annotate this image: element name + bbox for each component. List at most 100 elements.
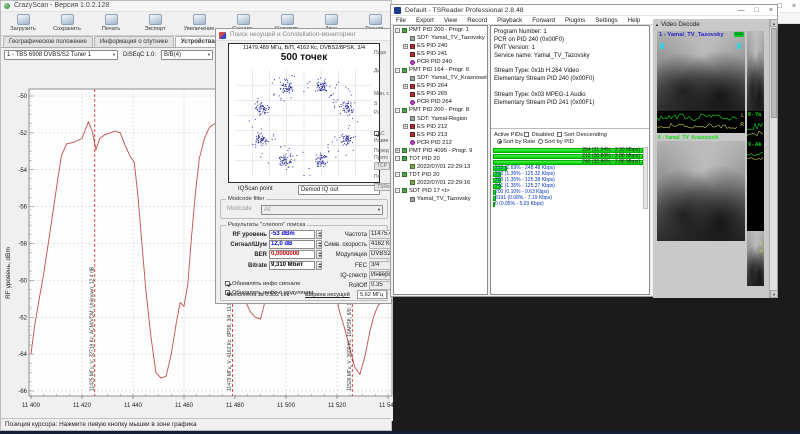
toolbar-button-export[interactable]: Экспорт bbox=[133, 12, 177, 35]
pid-list-scrollbar[interactable] bbox=[643, 147, 648, 209]
menu-record[interactable]: Record bbox=[462, 16, 492, 24]
pid-row[interactable]: 0 (0.05% - 5.03 Kbps) bbox=[493, 201, 643, 207]
menu-view[interactable]: View bbox=[439, 16, 462, 24]
radio-icon[interactable] bbox=[497, 139, 502, 144]
field-value[interactable]: -53 dBm bbox=[269, 230, 315, 239]
spinner[interactable] bbox=[316, 261, 322, 270]
tree-item[interactable]: -TDT PID 20 bbox=[394, 171, 487, 179]
tree-item[interactable]: ES PID 265 bbox=[394, 90, 487, 98]
menu-settings[interactable]: Settings bbox=[590, 16, 622, 24]
scroll-down-icon[interactable]: ▼ bbox=[770, 290, 778, 298]
field-value[interactable]: 9,310 Мбит bbox=[269, 261, 315, 270]
crazyscan-titlebar[interactable]: CrazyScan - Версия 1.0.2.128 bbox=[1, 1, 391, 11]
expand-toggle[interactable]: - bbox=[395, 108, 400, 113]
tab-Устройства[interactable]: Устройства bbox=[175, 36, 221, 47]
expand-toggle[interactable]: + bbox=[403, 44, 408, 49]
toolbar-button-print[interactable]: Печать bbox=[89, 12, 133, 35]
panel-fragment: Ди bbox=[374, 68, 380, 74]
expand-toggle[interactable]: + bbox=[395, 148, 400, 153]
tab-Информация о спутнике[interactable]: Информация о спутнике bbox=[94, 36, 174, 47]
tree-item[interactable]: PCR PID 264 bbox=[394, 98, 487, 106]
expand-toggle[interactable]: + bbox=[403, 124, 408, 129]
toolbar-button-save[interactable]: Сохранить bbox=[45, 12, 89, 35]
carrier-width-link[interactable]: Ширина несущей bbox=[305, 292, 350, 298]
tree-item[interactable]: +ES PID 264 bbox=[394, 82, 487, 90]
video-thumbnail-1[interactable]: 1 - Yamal_TV_Tazovsky H264 bbox=[657, 31, 745, 111]
video-thumbnail-3[interactable] bbox=[747, 31, 764, 111]
tree-item[interactable]: +ES PID 240 bbox=[394, 42, 487, 50]
panel-fragment[interactable]: TCP bbox=[374, 162, 390, 170]
sdt-icon bbox=[410, 197, 415, 202]
field-value[interactable]: 0,0000000 bbox=[269, 250, 315, 259]
field-value[interactable]: 12,0 dB bbox=[269, 240, 315, 249]
menu-export[interactable]: Export bbox=[411, 16, 439, 24]
field-label: Симв. скорость bbox=[323, 240, 367, 250]
expand-toggle[interactable]: - bbox=[395, 188, 400, 193]
minimize-icon[interactable]: — bbox=[738, 5, 745, 16]
panel-fragment: Прото bbox=[374, 155, 388, 161]
crazyscan-title: CrazyScan - Версия 1.0.2.128 bbox=[14, 2, 109, 9]
tree-item[interactable]: ES PID 241 bbox=[394, 50, 487, 58]
diseqc10-select[interactable]: B/B(4)▼ bbox=[161, 50, 213, 60]
tree-item[interactable]: -TOT PID 20 bbox=[394, 155, 487, 163]
tree-item[interactable]: SDT: Yamal_TV_Tazovsky bbox=[394, 34, 487, 42]
maximize-icon[interactable]: □ bbox=[778, 0, 782, 13]
video-decode-scrollbar[interactable]: ▲ ▼ bbox=[769, 19, 777, 298]
tree-item[interactable]: ES PID 213 bbox=[394, 131, 487, 139]
expand-toggle[interactable]: - bbox=[395, 172, 400, 177]
menu-file[interactable]: File bbox=[391, 16, 411, 24]
tree-item[interactable]: +ES PID 212 bbox=[394, 123, 487, 131]
constellation-titlebar[interactable]: Поиск несущей и Constellation-мониторинг bbox=[216, 29, 391, 41]
tree-item[interactable]: SDT: Yamal-Region bbox=[394, 115, 487, 123]
channel-watermark bbox=[660, 43, 664, 49]
update-checkbox[interactable]: Обновлять инфо сигнале bbox=[225, 272, 300, 281]
menu-forward[interactable]: Forward bbox=[527, 16, 560, 24]
tree-item[interactable]: SDT: Yamal_TV_Krasnoselk bbox=[394, 74, 487, 82]
toolbar-button-load[interactable]: Загрузить bbox=[1, 12, 45, 35]
panel-fragment: Пара bbox=[374, 50, 386, 56]
checkbox-icon[interactable] bbox=[524, 132, 529, 137]
scrollbar-thumb[interactable] bbox=[771, 28, 777, 118]
tree-item[interactable]: -PMT PID 200 - Progr. 1 bbox=[394, 26, 487, 34]
spinner[interactable] bbox=[316, 250, 322, 259]
fragment-text: По bbox=[374, 174, 380, 180]
tuner-select[interactable]: 1 - TBS 6908 DVBS/S2 Tuner 1▼ bbox=[4, 50, 118, 60]
radio-icon[interactable] bbox=[538, 139, 543, 144]
tree-item[interactable]: PCR PID 212 bbox=[394, 139, 487, 147]
svg-text:-64: -64 bbox=[18, 352, 27, 358]
menu-help[interactable]: Help bbox=[623, 16, 646, 24]
tab-Географическое положение[interactable]: Географическое положение bbox=[3, 36, 93, 47]
tree-item[interactable]: -SDT PID 17 <t> bbox=[394, 187, 487, 195]
menu-playback[interactable]: Playback bbox=[492, 16, 527, 24]
maximize-icon[interactable]: □ bbox=[755, 5, 759, 16]
tree-item[interactable]: PCR PID 240 bbox=[394, 58, 487, 66]
menu-plugins[interactable]: Plugins bbox=[560, 16, 590, 24]
tree-item[interactable]: Yamal_TV_Tazovsky bbox=[394, 195, 487, 203]
tsreader-titlebar[interactable]: Default - TSReader Professional 2.8.48 bbox=[391, 5, 777, 16]
tree-item-label: 2022/07/01 22:29:13 bbox=[417, 163, 470, 171]
constellation-display[interactable]: 11479,489 МГц, В/П, 4162 Кс, DVBS2/8PSK,… bbox=[228, 43, 380, 183]
video-thumbnail-2[interactable] bbox=[657, 141, 745, 241]
iqscan-select[interactable]: Demod IQ out▼ bbox=[298, 185, 380, 195]
svg-text:-50: -50 bbox=[18, 94, 27, 100]
scroll-up-icon[interactable]: ▲ bbox=[770, 19, 778, 27]
tree-item[interactable]: 2022/07/01 22:29:13 bbox=[394, 163, 487, 171]
tree-item[interactable]: -PMT PID 164 - Progr. 6 bbox=[394, 66, 487, 74]
collapse-icon[interactable]: ▲ bbox=[655, 22, 659, 27]
fragment-text: Прото bbox=[374, 155, 388, 161]
tree-item[interactable]: +PMT PID 4095 - Progr. 9 bbox=[394, 147, 487, 155]
expand-toggle[interactable]: + bbox=[403, 84, 408, 89]
modcode-select[interactable]: All▼ bbox=[261, 205, 383, 215]
spinner[interactable] bbox=[316, 240, 322, 249]
checkbox-icon[interactable] bbox=[557, 132, 562, 137]
expand-toggle[interactable]: - bbox=[395, 68, 400, 73]
video-decode-panel: ▲Video Decode 1 - Yamal_TV_Tazovsky H264… bbox=[653, 19, 771, 298]
spinner[interactable] bbox=[316, 230, 322, 239]
close-icon[interactable]: × bbox=[792, 0, 796, 13]
expand-toggle[interactable]: - bbox=[395, 156, 400, 161]
tree-item[interactable]: 2022/07/01 22:29:16 bbox=[394, 179, 487, 187]
expand-toggle[interactable]: - bbox=[395, 28, 400, 33]
close-icon[interactable]: × bbox=[769, 5, 773, 16]
update-checkbox[interactable]: Обновлять инфо о модуляции bbox=[225, 281, 313, 290]
tree-item[interactable]: -PMT PID 200 - Progr. 8 bbox=[394, 106, 487, 114]
